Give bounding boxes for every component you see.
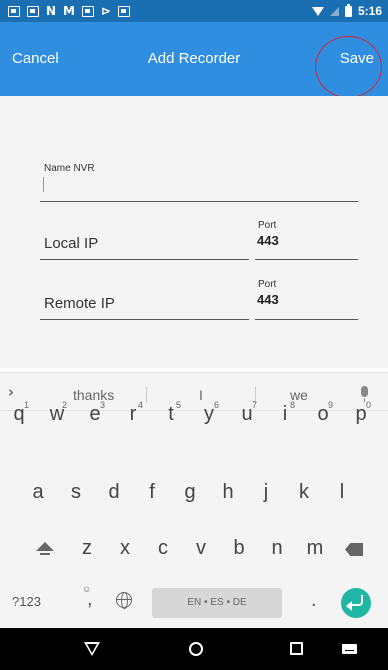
- period-key[interactable]: .: [311, 589, 317, 612]
- key-hint: 8: [290, 400, 296, 410]
- key-d[interactable]: d: [99, 481, 129, 504]
- mic-icon[interactable]: [361, 386, 368, 402]
- video-icon: [118, 5, 131, 17]
- key-hint: 1: [24, 400, 30, 410]
- local-port-label: Port: [258, 220, 277, 231]
- key-a[interactable]: a: [23, 481, 53, 504]
- back-icon-inner: [87, 644, 97, 653]
- key-q[interactable]: q: [4, 403, 34, 426]
- shift-icon[interactable]: [36, 542, 54, 551]
- key-hint: 5: [176, 400, 182, 410]
- key-s[interactable]: s: [61, 481, 91, 504]
- suggestion-2[interactable]: I: [199, 387, 203, 403]
- key-g[interactable]: g: [175, 481, 205, 504]
- message-icon: [27, 5, 39, 17]
- name-nvr-label: Name NVR: [44, 163, 95, 174]
- key-y[interactable]: y: [194, 403, 224, 426]
- local-port-field[interactable]: 443: [257, 233, 279, 248]
- remote-port-field[interactable]: 443: [257, 292, 279, 307]
- remote-port-label: Port: [258, 279, 277, 290]
- enter-arrowhead: [346, 601, 352, 611]
- divider: [146, 387, 147, 403]
- battery-icon: [344, 3, 352, 17]
- remote-ip-field[interactable]: Remote IP: [44, 295, 115, 312]
- status-bar: N M ⊳ 5:16: [0, 0, 388, 22]
- key-u[interactable]: u: [232, 403, 262, 426]
- m-icon: M: [63, 3, 75, 18]
- name-nvr-underline: [40, 201, 358, 202]
- space-key[interactable]: EN • ES • DE: [152, 588, 282, 618]
- remote-port-underline: [255, 319, 358, 320]
- key-hint: 0: [366, 400, 372, 410]
- save-highlight-circle: [315, 36, 382, 98]
- image-icon: [8, 5, 20, 17]
- wifi-icon: [311, 6, 324, 16]
- key-j[interactable]: j: [251, 481, 281, 504]
- globe-icon[interactable]: [116, 592, 132, 609]
- key-p[interactable]: p: [346, 403, 376, 426]
- navigation-bar: [0, 628, 388, 670]
- key-r[interactable]: r: [118, 403, 148, 426]
- flag-icon: ⊳: [101, 3, 112, 18]
- key-f[interactable]: f: [137, 481, 167, 504]
- key-e[interactable]: e: [80, 403, 110, 426]
- signal-icon: [329, 6, 339, 16]
- local-port-underline: [255, 259, 358, 260]
- recorder-form: [0, 96, 388, 368]
- key-i[interactable]: i: [270, 403, 300, 426]
- key-w[interactable]: w: [42, 403, 72, 426]
- recents-icon[interactable]: [290, 642, 303, 655]
- key-c[interactable]: c: [148, 537, 178, 560]
- key-hint: 7: [252, 400, 258, 410]
- key-t[interactable]: t: [156, 403, 186, 426]
- key-hint: 4: [138, 400, 144, 410]
- local-ip-underline: [40, 259, 249, 260]
- clock: 5:16: [357, 4, 382, 18]
- symbols-key[interactable]: ?123: [12, 594, 41, 609]
- key-k[interactable]: k: [289, 481, 319, 504]
- key-v[interactable]: v: [186, 537, 216, 560]
- comma-key[interactable]: ,: [87, 588, 93, 611]
- local-ip-field[interactable]: Local IP: [44, 235, 98, 252]
- key-z[interactable]: z: [72, 537, 102, 560]
- key-h[interactable]: h: [213, 481, 243, 504]
- notification-icons: N M ⊳: [8, 3, 131, 18]
- key-hint: 2: [62, 400, 68, 410]
- key-o[interactable]: o: [308, 403, 338, 426]
- chevron-right-icon[interactable]: ›: [8, 383, 14, 401]
- key-hint: 6: [214, 400, 220, 410]
- home-icon[interactable]: [189, 642, 203, 656]
- remote-ip-underline: [40, 319, 249, 320]
- system-icons: 5:16: [311, 3, 382, 18]
- shift-bar: [40, 553, 50, 555]
- n-icon: N: [46, 3, 57, 18]
- key-b[interactable]: b: [224, 537, 254, 560]
- suggestion-1[interactable]: thanks: [73, 387, 114, 403]
- name-nvr-input[interactable]: [43, 177, 44, 192]
- keyboard-switch-icon[interactable]: [342, 644, 357, 654]
- key-l[interactable]: l: [327, 481, 357, 504]
- phone-icon: [82, 5, 94, 17]
- key-x[interactable]: x: [110, 537, 140, 560]
- key-m[interactable]: m: [300, 537, 330, 560]
- key-hint: 3: [100, 400, 106, 410]
- key-n[interactable]: n: [262, 537, 292, 560]
- enter-key[interactable]: [341, 588, 371, 618]
- key-hint: 9: [328, 400, 334, 410]
